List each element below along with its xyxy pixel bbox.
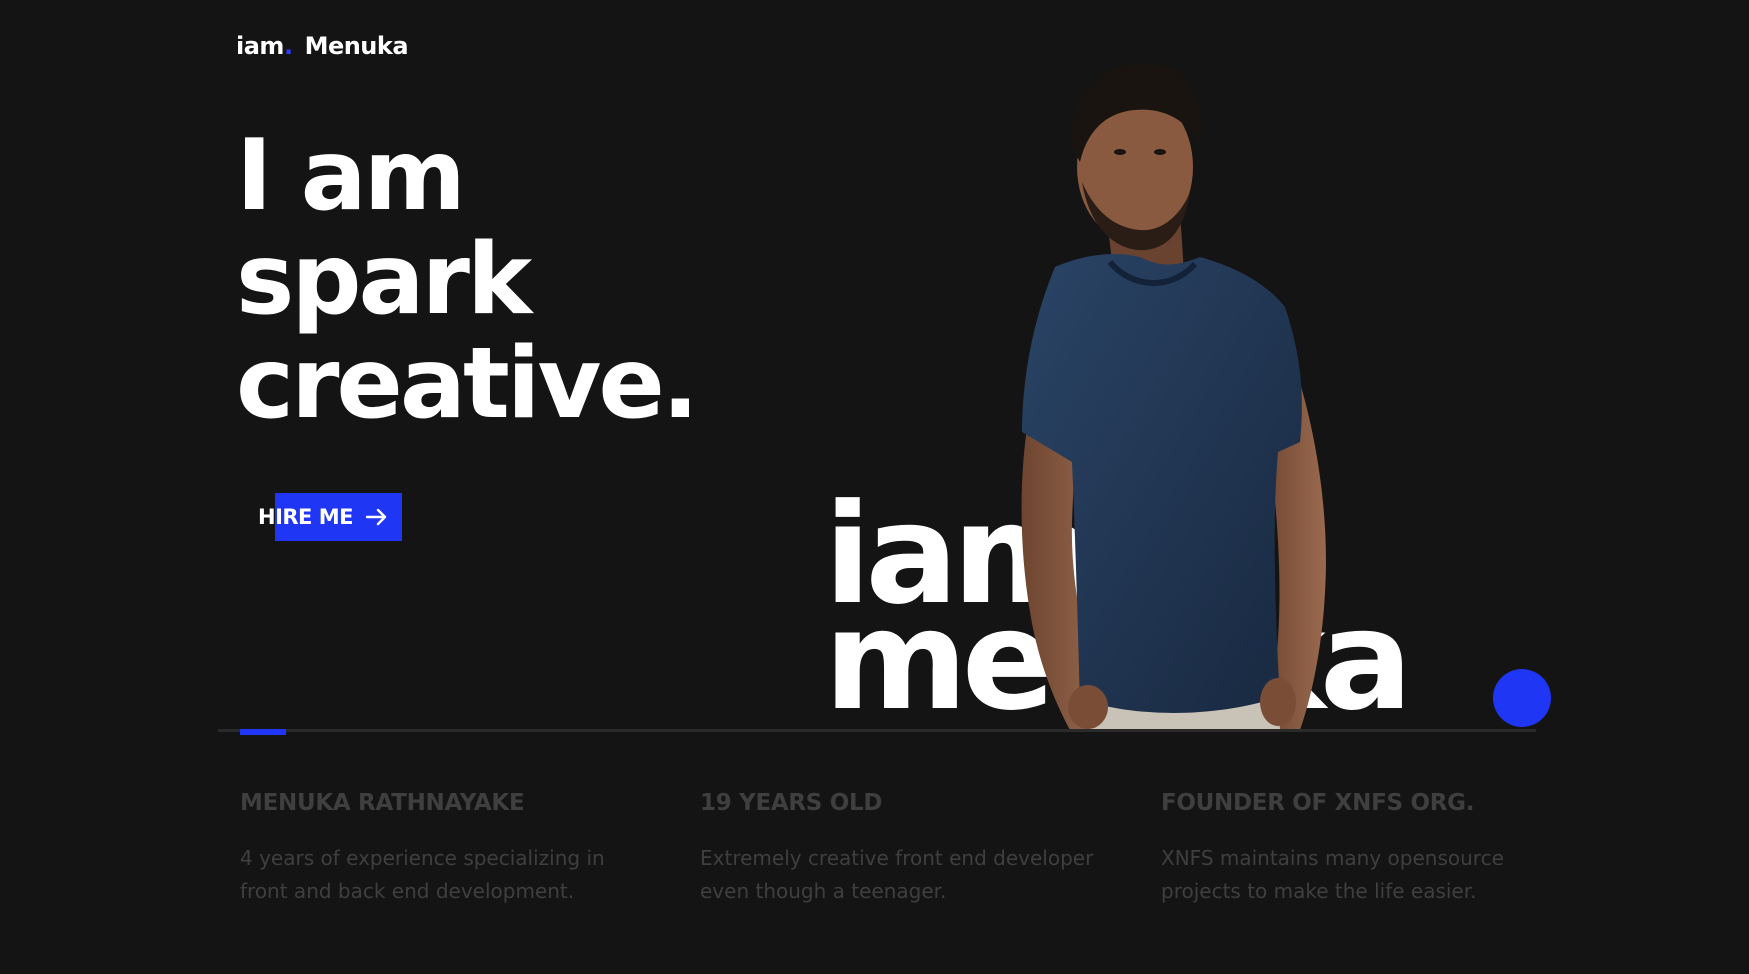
divider-accent-bar bbox=[240, 729, 286, 735]
info-title: MENUKA RATHNAYAKE bbox=[240, 790, 525, 816]
info-column-founder: FOUNDER OF XNFS ORG. XNFS maintains many… bbox=[1161, 790, 1561, 908]
logo-prefix: iam bbox=[236, 32, 284, 60]
info-title: 19 YEARS OLD bbox=[700, 790, 883, 816]
hero-headline: I am spark creative. bbox=[236, 119, 699, 441]
info-text: XNFS maintains many opensource projects … bbox=[1161, 846, 1504, 903]
info-text: Extremely creative front end developer e… bbox=[700, 846, 1094, 903]
portrait-photo bbox=[1021, 63, 1326, 730]
site-logo[interactable]: iam. Menuka bbox=[236, 32, 409, 60]
info-column-name: MENUKA RATHNAYAKE 4 years of experience … bbox=[240, 790, 640, 908]
info-text: 4 years of experience specializing in fr… bbox=[240, 846, 605, 903]
big-accent-dot bbox=[1493, 669, 1551, 727]
section-divider bbox=[218, 729, 1536, 732]
logo-dot: . bbox=[283, 32, 293, 60]
headline-line-2: spark bbox=[236, 223, 532, 337]
info-title: FOUNDER OF XNFS ORG. bbox=[1161, 790, 1475, 816]
arrow-right-icon bbox=[365, 508, 387, 526]
hire-me-button[interactable]: HIRE ME bbox=[258, 493, 402, 541]
headline-line-3: creative. bbox=[236, 327, 699, 441]
headline-line-1: I am bbox=[236, 119, 466, 233]
hire-me-label: HIRE ME bbox=[258, 505, 353, 529]
logo-name: Menuka bbox=[304, 32, 409, 60]
info-column-age: 19 YEARS OLD Extremely creative front en… bbox=[700, 790, 1100, 908]
